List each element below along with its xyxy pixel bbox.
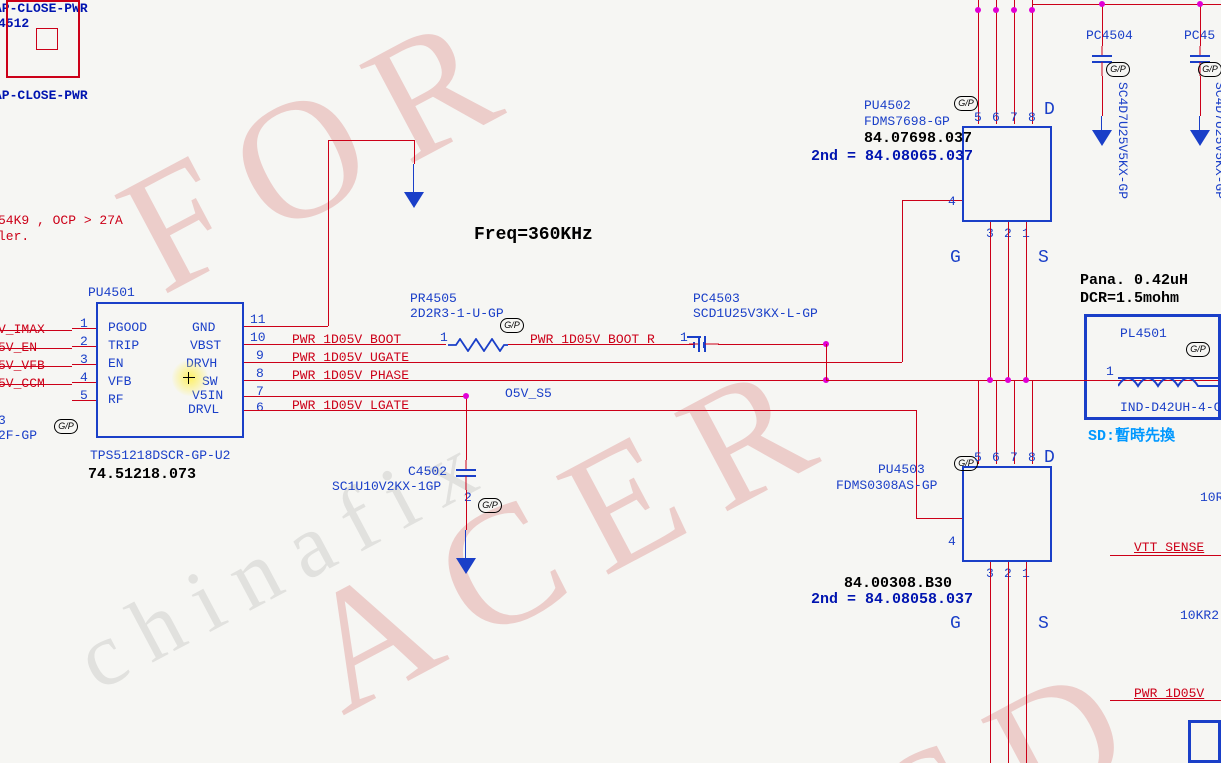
refdes-pc4504: PC4504 — [1086, 28, 1133, 43]
p4g2: 4 — [948, 534, 956, 549]
symbol-pu4502 — [962, 126, 1052, 222]
part-pu4503: FDMS0308AS-GP — [836, 478, 937, 493]
stamp-gp-1: G/P — [54, 419, 78, 434]
note-pana: Pana. 0.42uH — [1080, 272, 1188, 289]
net-boot-r: PWR_1D05V_BOOT_R — [530, 332, 655, 347]
pin-pr4505-1: 1 — [440, 330, 448, 345]
pn-pu4502: 84.07698.037 — [864, 130, 972, 147]
stamp-gp-4: G/P — [954, 96, 978, 111]
d-label-1: D — [1044, 100, 1055, 120]
net-lgate: PWR_1D05V_LGATE — [292, 398, 409, 413]
pn-r11: 11 — [250, 312, 266, 327]
refdes-pu4501: PU4501 — [88, 285, 135, 300]
d-label-2: D — [1044, 448, 1055, 468]
text-3: 3 — [0, 413, 6, 428]
s-label-1: S — [1038, 248, 1049, 268]
net-ugate: PWR_1D05V_UGATE — [292, 350, 409, 365]
net-ap-close-pwr-2: AP-CLOSE-PWR — [0, 88, 88, 103]
note-dcr: DCR=1.5mohm — [1080, 290, 1179, 307]
pin-pgood: PGOOD — [108, 320, 147, 335]
stamp-gp-2: G/P — [500, 318, 524, 333]
pn-r10: 10 — [250, 330, 266, 345]
pin-vbst: VBST — [190, 338, 221, 353]
alt-pu4502: 2nd = 84.08065.037 — [811, 148, 973, 165]
pn-pu4501: 74.51218.073 — [88, 466, 196, 483]
net-boot: PWR_1D05V_BOOT — [292, 332, 401, 347]
p7t: 7 — [1010, 110, 1018, 125]
p5t2: 5 — [974, 450, 982, 465]
net-pwr-1d05v: PWR_1D05V — [1134, 686, 1204, 701]
pn-r9: 9 — [256, 348, 264, 363]
p8t: 8 — [1028, 110, 1036, 125]
symbol-pl4501-coil — [1118, 372, 1218, 397]
junction-3 — [463, 393, 469, 399]
pin-drvh: DRVH — [186, 356, 217, 371]
text-2f-gp: 2F-GP — [0, 428, 37, 443]
watermark-csd: CSD — [720, 612, 1183, 763]
val-pc4503: SCD1U25V3KX-L-GP — [693, 306, 818, 321]
s-label-2: S — [1038, 614, 1049, 634]
pin-drvl: DRVL — [188, 402, 219, 417]
part-pu4502: FDMS7698-GP — [864, 114, 950, 129]
p7t2: 7 — [1010, 450, 1018, 465]
val-pl4501: IND-D42UH-4-C — [1120, 400, 1221, 415]
net-vtt-sense: VTT_SENSE — [1134, 540, 1204, 555]
schematic-canvas: FOR ACER CSD chinafix AP-CLOSE-PWR 4512 … — [0, 0, 1221, 763]
partial-box-sq — [36, 28, 58, 50]
p6t2: 6 — [992, 450, 1000, 465]
alt-pu4503: 2nd = 84.08058.037 — [811, 591, 973, 608]
stamp-gp-7: G/P — [1198, 62, 1221, 77]
pn-pu4503: 84.00308.B30 — [844, 575, 952, 592]
val-c4502: SC1U10V2KX-1GP — [332, 479, 441, 494]
refdes-pu4502: PU4502 — [864, 98, 911, 113]
watermark-for: FOR — [90, 0, 553, 332]
pin-rf: RF — [108, 392, 124, 407]
val-pc45xx: SC4D7U25V5KX-GP — [1212, 82, 1221, 199]
note-sd: SD:暫時先換 — [1088, 424, 1175, 445]
pin-vfb: VFB — [108, 374, 131, 389]
pin-v5in: V5IN — [192, 388, 223, 403]
pin-pl4501-1: 1 — [1106, 364, 1114, 379]
note-freq: Freq=360KHz — [474, 225, 593, 245]
pin-en: EN — [108, 356, 124, 371]
refdes-c4502: C4502 — [408, 464, 447, 479]
pin-trip: TRIP — [108, 338, 139, 353]
partial-box-br — [1188, 720, 1221, 763]
refdes-pu4503: PU4503 — [878, 462, 925, 477]
pn-r6: 6 — [256, 400, 264, 415]
refdes-pc4503: PC4503 — [693, 291, 740, 306]
p6t: 6 — [992, 110, 1000, 125]
p5t: 5 — [974, 110, 982, 125]
refdes-pr4505: PR4505 — [410, 291, 457, 306]
stamp-gp-6: G/P — [1106, 62, 1130, 77]
net-phase: PWR_1D05V_PHASE — [292, 368, 409, 383]
val-pc4504: SC4D7U25V5KX-GP — [1115, 82, 1130, 199]
symbol-pu4503 — [962, 466, 1052, 562]
text-10r: 10R — [1200, 490, 1221, 505]
g-label-1: G — [950, 248, 961, 268]
note-ler: ler. — [0, 229, 29, 244]
pin-sw: SW — [202, 374, 218, 389]
net-o5v-s5: O5V_S5 — [505, 386, 552, 401]
g-label-2: G — [950, 614, 961, 634]
pn-r8: 8 — [256, 366, 264, 381]
pin-gnd: GND — [192, 320, 215, 335]
stamp-gp-8: G/P — [1186, 342, 1210, 357]
refdes-pl4501: PL4501 — [1120, 326, 1167, 341]
symbol-pr4505 — [448, 338, 508, 352]
note-ocp: 54K9 , OCP > 27A — [0, 213, 123, 228]
part-pu4501: TPS51218DSCR-GP-U2 — [90, 448, 230, 463]
p8t2: 8 — [1028, 450, 1036, 465]
p4g: 4 — [948, 194, 956, 209]
text-10kr2: 10KR2 — [1180, 608, 1219, 623]
val-pr4505: 2D2R3-1-U-GP — [410, 306, 504, 321]
stamp-gp-3: G/P — [478, 498, 502, 513]
